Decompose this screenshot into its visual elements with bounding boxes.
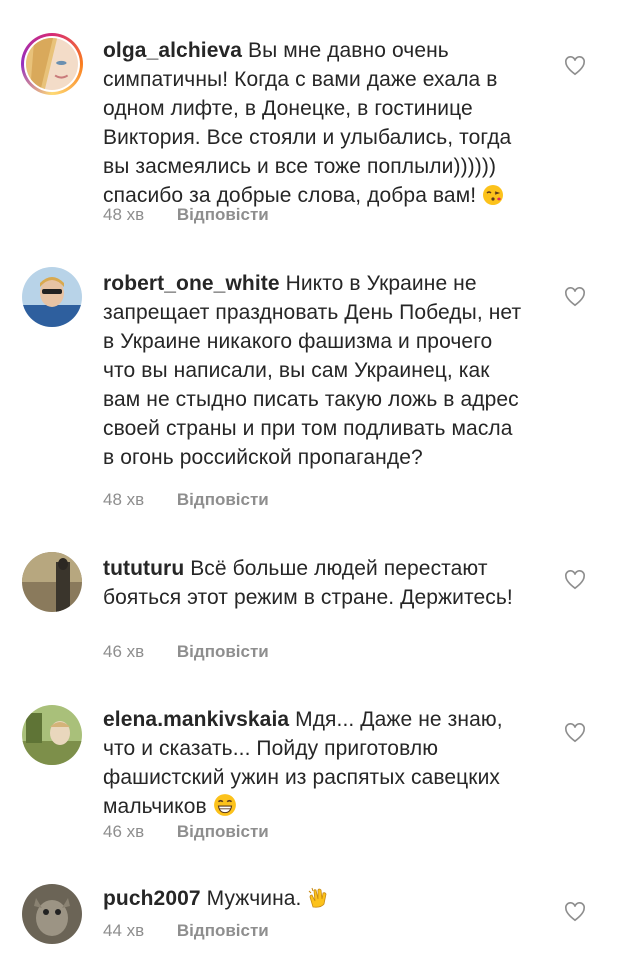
like-heart-icon[interactable] bbox=[564, 723, 586, 743]
comment-text-block: elena.mankivskaia Мдя... Даже не знаю, ч… bbox=[103, 705, 523, 825]
reply-button[interactable]: Відповісти bbox=[177, 205, 269, 224]
clapping-hands-emoji bbox=[307, 887, 329, 917]
reply-button[interactable]: Відповісти bbox=[177, 490, 269, 509]
reply-button[interactable]: Відповісти bbox=[177, 642, 269, 661]
comment-meta: 46 хв Відповісти bbox=[103, 822, 269, 842]
comment-username[interactable]: elena.mankivskaia bbox=[103, 708, 289, 731]
comment-username[interactable]: tututuru bbox=[103, 557, 184, 580]
grinning-face-emoji bbox=[213, 793, 237, 825]
comment-username[interactable]: robert_one_white bbox=[103, 272, 280, 295]
like-heart-icon[interactable] bbox=[564, 902, 586, 922]
avatar[interactable] bbox=[22, 552, 82, 612]
comment-text-block: tututuru Всё больше людей перестают боят… bbox=[103, 554, 523, 612]
comment-username[interactable]: olga_alchieva bbox=[103, 39, 242, 62]
like-heart-icon[interactable] bbox=[564, 570, 586, 590]
comment-meta: 46 хв Відповісти bbox=[103, 642, 269, 662]
comment-body: Мужчина. bbox=[206, 887, 302, 910]
comment-meta: 48 хв Відповісти bbox=[103, 205, 269, 225]
comment-time: 44 хв bbox=[103, 921, 145, 940]
like-heart-icon[interactable] bbox=[564, 56, 586, 76]
avatar[interactable] bbox=[21, 33, 83, 95]
avatar[interactable] bbox=[22, 267, 82, 327]
comment-text-block: puch2007 Мужчина. bbox=[103, 884, 523, 917]
reply-button[interactable]: Відповісти bbox=[177, 822, 269, 841]
avatar[interactable] bbox=[22, 705, 82, 765]
comment-time: 46 хв bbox=[103, 822, 145, 841]
avatar[interactable] bbox=[22, 884, 82, 944]
like-heart-icon[interactable] bbox=[564, 287, 586, 307]
comment-body: Никто в Украине не запрещает праздновать… bbox=[103, 272, 522, 469]
comment-username[interactable]: puch2007 bbox=[103, 887, 201, 910]
comment-time: 48 хв bbox=[103, 205, 145, 224]
comment-time: 48 хв bbox=[103, 490, 145, 509]
comment-time: 46 хв bbox=[103, 642, 145, 661]
comment-meta: 44 хв Відповісти bbox=[103, 921, 269, 941]
kissing-face-emoji bbox=[482, 184, 504, 214]
comment-meta: 48 хв Відповісти bbox=[103, 490, 269, 510]
comment-body: Вы мне давно очень симпатичны! Когда с в… bbox=[103, 39, 512, 207]
comment-text-block: olga_alchieva Вы мне давно очень симпати… bbox=[103, 36, 523, 214]
comment-text-block: robert_one_white Никто в Украине не запр… bbox=[103, 269, 523, 472]
reply-button[interactable]: Відповісти bbox=[177, 921, 269, 940]
